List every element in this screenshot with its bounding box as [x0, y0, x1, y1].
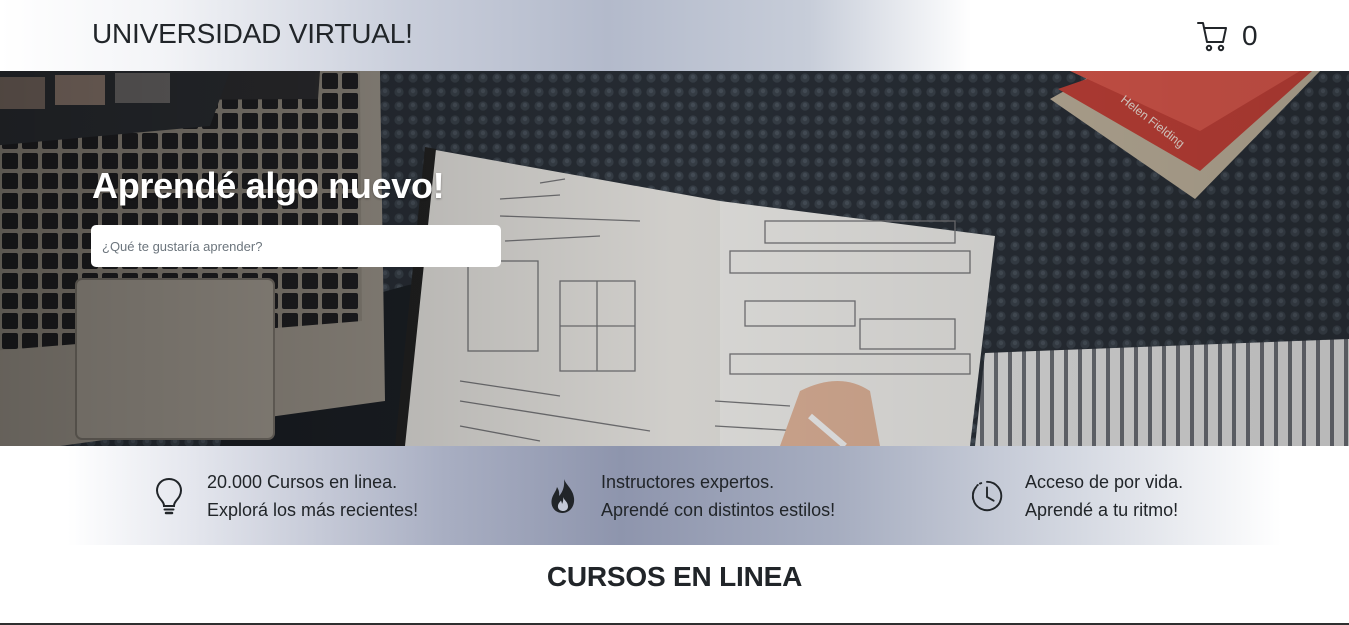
shopping-cart-icon [1197, 22, 1227, 52]
feature-access: Acceso de por vida. Aprendé a tu ritmo! [970, 446, 1183, 545]
feature-instructors: Instructores expertos. Aprendé con disti… [546, 446, 835, 545]
feature-instructors-line1: Instructores expertos. [601, 471, 775, 492]
clock-history-icon [970, 476, 1004, 516]
cart-count: 0 [1242, 20, 1258, 51]
feature-courses-line1: 20.000 Cursos en linea. [207, 471, 398, 492]
course-search-input[interactable] [91, 225, 501, 267]
cart-button[interactable]: 0 [1196, 19, 1258, 53]
section-title: CURSOS EN LINEA [546, 561, 803, 592]
feature-access-line1: Acceso de por vida. [1025, 471, 1184, 492]
feature-courses-line2: Explorá los más recientes! [207, 499, 419, 520]
top-navbar: UNIVERSIDAD VIRTUAL! 0 [0, 0, 1349, 71]
fire-icon [546, 476, 580, 516]
feature-instructors-line2: Aprendé con distintos estilos! [601, 499, 836, 520]
hero-title: Aprendé algo nuevo! [92, 165, 445, 206]
lightbulb-icon [152, 476, 186, 516]
features-band: 20.000 Cursos en linea. Explorá los más … [0, 446, 1349, 545]
hero-banner: Helen Fielding Aprendé algo nuevo! [0, 71, 1349, 446]
feature-courses: 20.000 Cursos en linea. Explorá los más … [152, 446, 418, 545]
brand-logo[interactable]: UNIVERSIDAD VIRTUAL! [92, 18, 413, 50]
feature-access-line2: Aprendé a tu ritmo! [1025, 499, 1179, 520]
